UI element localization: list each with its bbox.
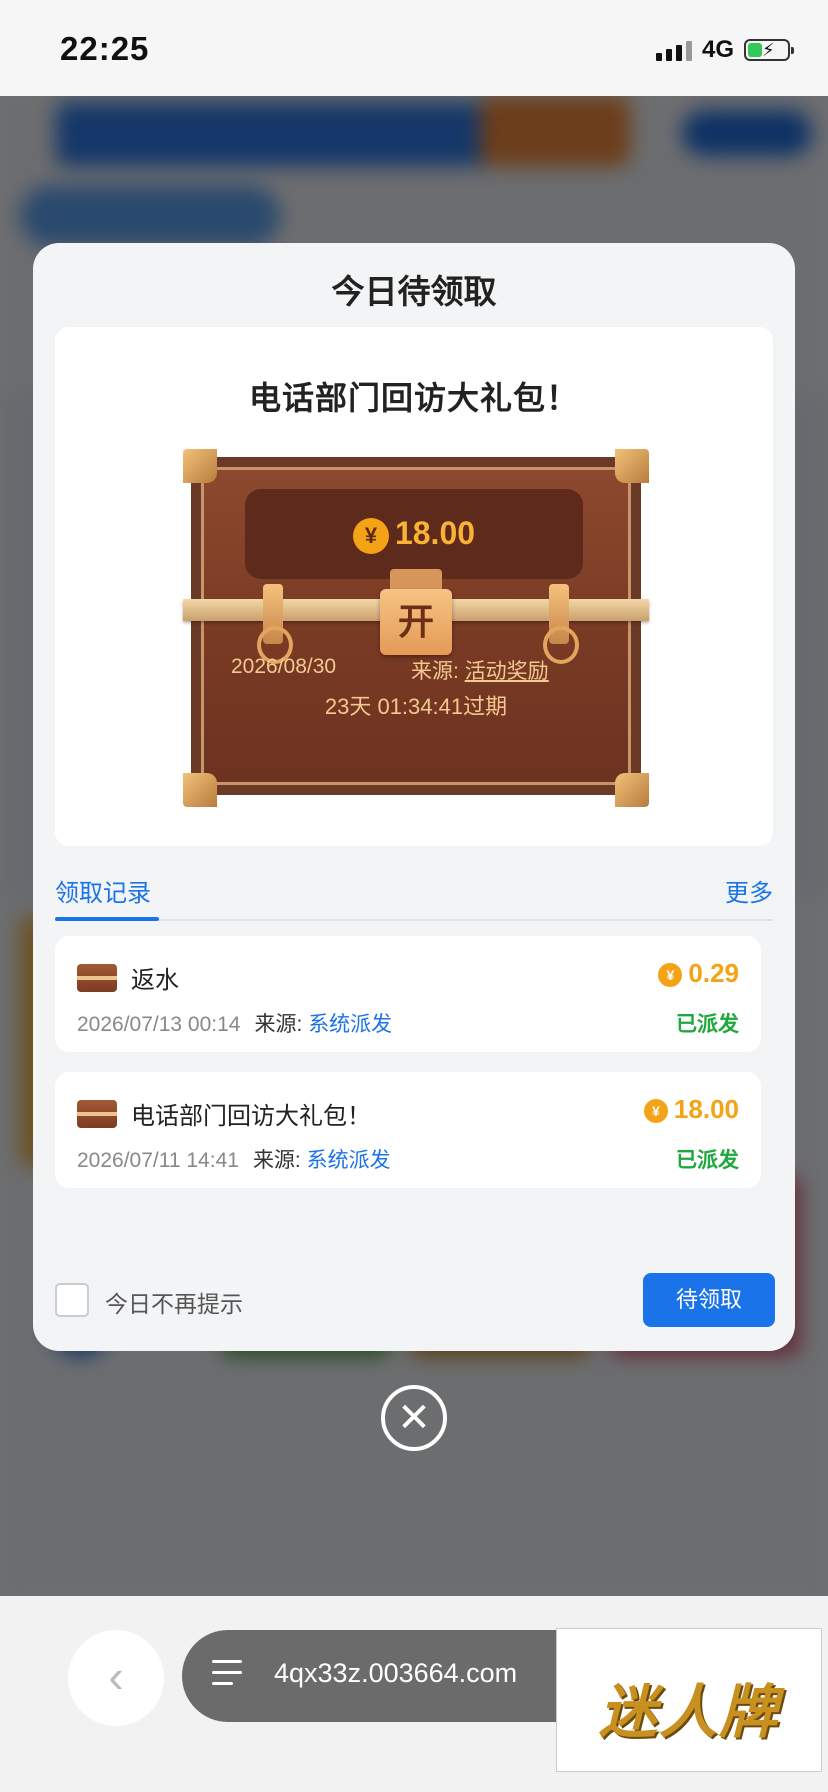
chest-icon	[77, 1100, 117, 1128]
gift-source-value: 活动奖励	[464, 660, 549, 683]
more-link[interactable]: 更多	[725, 873, 773, 908]
gift-expiry: 23天 01:34:41过期	[324, 694, 508, 719]
chest-amount-panel: ¥18.00	[245, 489, 583, 579]
yuan-coin-icon: ¥	[643, 1099, 668, 1124]
record-name: 电话部门回访大礼包！	[131, 1103, 371, 1130]
chevron-left-icon[interactable]: ‹	[68, 1630, 164, 1726]
dont-remind-checkbox[interactable]	[55, 1283, 89, 1317]
ad-banner[interactable]: 迷人牌	[556, 1628, 822, 1772]
record-tabs: 领取记录 更多	[55, 861, 773, 921]
list-item: 电话部门回访大礼包！ ¥18.00 2026/07/11 14:41 来源: 系统…	[55, 1072, 761, 1188]
record-meta: 2026/07/13 00:14 来源: 系统派发	[77, 1013, 393, 1036]
record-meta: 2026/07/11 14:41 来源: 系统派发	[77, 1149, 391, 1172]
record-name: 返水	[131, 967, 179, 994]
record-amount: ¥18.00	[643, 1094, 739, 1125]
gift-date: 2026/08/30	[231, 655, 337, 678]
gift-source: 来源: 活动奖励	[411, 660, 549, 683]
gift-amount: 18.00	[394, 515, 476, 551]
status-badge: 已派发	[676, 1149, 739, 1172]
yuan-coin-icon: ¥	[658, 963, 683, 988]
gift-card: 电话部门回访大礼包！ ¥18.00 开 2026/08/30 来源: 活动奖励 …	[55, 327, 773, 846]
browser-bar: ‹ 4qx33z.003664.com 迷人牌	[0, 1596, 828, 1792]
signal-icon	[655, 39, 692, 61]
dont-remind-label[interactable]: 今日不再提示	[105, 1285, 243, 1319]
modal-title: 今日待领取	[331, 273, 497, 310]
treasure-chest[interactable]: ¥18.00 开 2026/08/30 来源: 活动奖励 23天 01:34:4…	[183, 449, 649, 807]
tab-claim-records[interactable]: 领取记录	[55, 873, 151, 908]
record-amount: ¥0.29	[658, 958, 739, 989]
chest-icon	[77, 964, 117, 992]
list-item: 返水 ¥0.29 2026/07/13 00:14 来源: 系统派发 已派发	[55, 936, 761, 1052]
status-time: 22:25	[60, 30, 150, 67]
status-badge: 已派发	[676, 1013, 739, 1036]
claim-button[interactable]: 待领取	[643, 1273, 775, 1327]
battery-icon: ⚡	[744, 39, 794, 61]
status-bar: 22:25 4G ⚡	[0, 0, 828, 96]
tab-indicator	[55, 917, 159, 921]
tabs-icon	[212, 1660, 242, 1694]
gift-title: 电话部门回访大礼包！	[248, 380, 579, 416]
url-text: 4qx33z.003664.com	[274, 1658, 518, 1688]
close-icon[interactable]: ✕	[381, 1385, 447, 1451]
open-lock-button[interactable]: 开	[380, 589, 452, 655]
network-type: 4G	[701, 36, 734, 63]
yuan-coin-icon: ¥	[352, 517, 389, 554]
daily-reward-modal: 今日待领取 电话部门回访大礼包！ ¥18.00 开 2026/08/30 来源:…	[33, 243, 795, 1351]
ad-text: 迷人牌	[598, 1680, 779, 1745]
